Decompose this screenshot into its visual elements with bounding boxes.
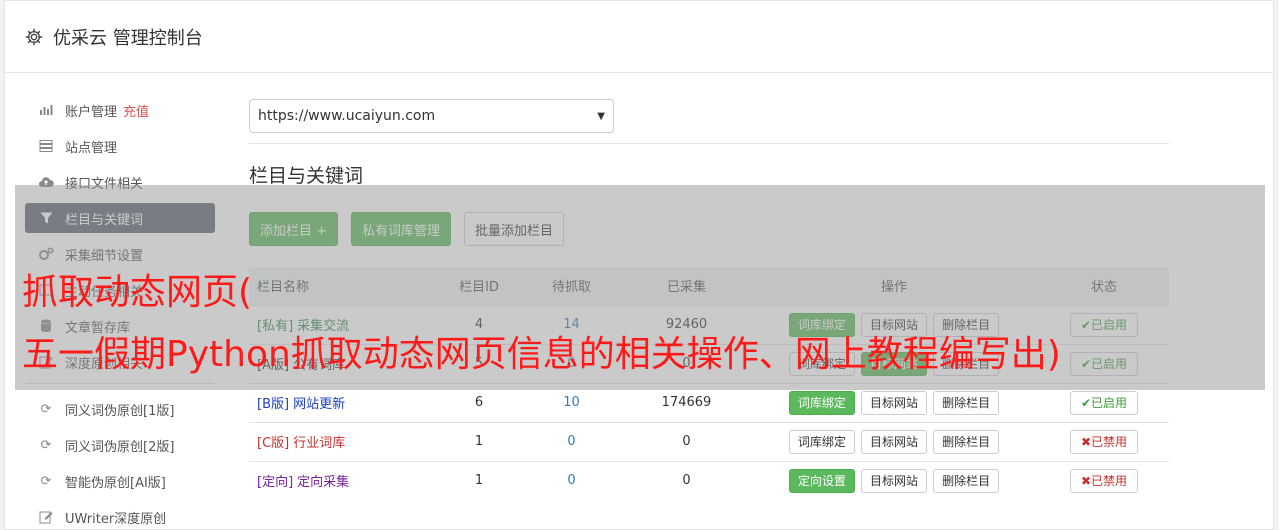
column-tag: [B版] <box>257 397 290 412</box>
column-name: 网站更新 <box>293 397 346 412</box>
status-badge[interactable]: ✔已启用 <box>1069 390 1139 415</box>
delete-column-button[interactable]: 删除栏目 <box>933 390 1000 415</box>
sidebar-item-sites[interactable]: 站点管理 <box>25 131 215 161</box>
chevron-down-icon: ▼ <box>597 110 605 122</box>
refresh-icon: ⟳ <box>40 437 52 453</box>
column-id: 1 <box>439 421 519 461</box>
server-icon <box>37 139 55 153</box>
pending-count[interactable]: 0 <box>519 421 624 461</box>
delete-column-button[interactable]: 删除栏目 <box>933 429 1000 454</box>
target-site-button[interactable]: 目标网站 <box>860 429 927 454</box>
row-actions: 词库绑定 目标网站 删除栏目 <box>749 421 1039 461</box>
refresh-icon: ⟳ <box>40 473 52 489</box>
sidebar-item-label: 账户管理 <box>65 104 118 120</box>
sidebar-item-synonym-v2[interactable]: ⟳ 同义词伪原创[2版] <box>25 430 215 460</box>
sidebar-item-label: 同义词伪原创[2版] <box>65 439 175 455</box>
target-site-button[interactable]: 目标网站 <box>860 390 927 415</box>
status-badge[interactable]: ✖已禁用 <box>1069 429 1139 454</box>
dictionary-bind-button[interactable]: 词库绑定 <box>788 390 855 415</box>
collected-count: 0 <box>624 460 749 500</box>
overlay-title-line-2: 五一假期Python抓取动态网页信息的相关操作、网上教程编写出) <box>22 334 1061 375</box>
column-name: 定向采集 <box>297 475 350 491</box>
recharge-link[interactable]: 充值 <box>123 101 149 120</box>
refresh-icon: ⟳ <box>40 401 52 417</box>
row-actions: 定向设置 目标网站 删除栏目 <box>749 460 1039 500</box>
column-name: 行业词库 <box>293 436 346 451</box>
panel-header: 优采云 管理控制台 <box>5 1 1273 73</box>
gear-icon <box>25 28 43 46</box>
overlay-title-line-1: 抓取动态网页( <box>22 272 253 313</box>
table-row: [定向] 定向采集 1 0 0 定向设置 目标网站 删除栏目 ✖已禁用 <box>249 460 1169 500</box>
column-name-cell[interactable]: [定向] 定向采集 <box>249 460 439 500</box>
divider <box>249 143 1169 144</box>
sidebar-item-synonym-v1[interactable]: ⟳ 同义词伪原创[1版] <box>25 394 215 424</box>
column-id: 1 <box>439 460 519 500</box>
status-cell: ✖已禁用 <box>1039 460 1169 500</box>
sidebar-item-label: UWriter深度原创 <box>65 511 167 527</box>
status-badge[interactable]: ✖已禁用 <box>1069 468 1139 493</box>
column-name-cell[interactable]: [C版] 行业词库 <box>249 421 439 461</box>
collected-count: 0 <box>624 421 749 461</box>
column-tag: [C版] <box>257 436 290 451</box>
edit-icon <box>37 510 55 524</box>
page-title: 优采云 管理控制台 <box>53 27 203 49</box>
sidebar-item-ai-rewrite[interactable]: ⟳ 智能伪原创[AI版] <box>25 466 215 496</box>
dictionary-bind-button[interactable]: 词库绑定 <box>788 429 855 454</box>
section-title: 栏目与关键词 <box>249 165 364 187</box>
status-cell: ✖已禁用 <box>1039 421 1169 461</box>
pending-count[interactable]: 0 <box>519 460 624 500</box>
sidebar-item-label: 站点管理 <box>65 140 118 156</box>
site-select[interactable]: https://www.ucaiyun.com ▼ <box>249 99 614 133</box>
target-site-button[interactable]: 目标网站 <box>860 468 927 493</box>
directed-settings-button[interactable]: 定向设置 <box>788 468 855 493</box>
sidebar-item-account[interactable]: 账户管理 充值 <box>25 95 215 125</box>
sidebar-item-label: 智能伪原创[AI版] <box>65 475 166 491</box>
bar-chart-icon <box>37 103 55 117</box>
delete-column-button[interactable]: 删除栏目 <box>933 468 1000 493</box>
sidebar-item-uwriter[interactable]: UWriter深度原创 <box>25 502 215 530</box>
table-row: [C版] 行业词库 1 0 0 词库绑定 目标网站 删除栏目 ✖已禁用 <box>249 421 1169 461</box>
column-tag: [定向] <box>257 475 294 491</box>
site-select-value: https://www.ucaiyun.com <box>258 108 436 124</box>
sidebar-item-label: 同义词伪原创[1版] <box>65 403 175 419</box>
